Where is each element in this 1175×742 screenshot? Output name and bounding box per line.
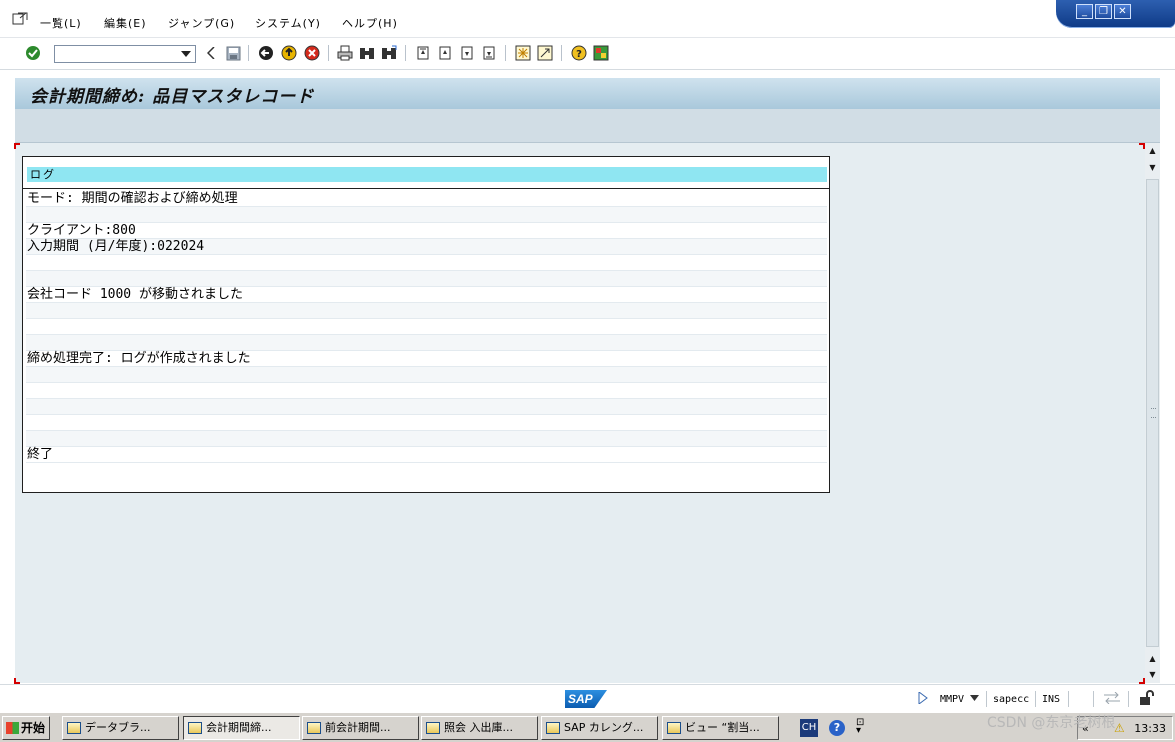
find-next-icon[interactable] (380, 44, 398, 62)
log-line (26, 431, 827, 447)
sap-window-icon (426, 722, 440, 734)
log-line: 会社コード 1000 が移動されました (26, 287, 827, 303)
task-button[interactable]: SAP カレング... (541, 716, 658, 740)
windows-flag-icon (6, 722, 19, 734)
command-dropdown-icon[interactable] (178, 46, 194, 62)
scroll-page-down-icon[interactable]: ▲ (1147, 653, 1158, 664)
start-label: 开始 (21, 721, 46, 735)
watermark: CSDN @东京老树根 (987, 715, 1116, 731)
menu-help[interactable]: ヘルプ(H) (342, 15, 398, 31)
close-window-button[interactable]: ✕ (1114, 4, 1131, 19)
log-line: 入力期間 (月/年度):022024 (26, 239, 827, 255)
server-name: sapecc (993, 694, 1030, 705)
lock-icon[interactable] (1138, 690, 1154, 706)
sap-window-icon (546, 722, 560, 734)
corner-mark (14, 143, 20, 149)
create-session-icon[interactable] (514, 44, 532, 62)
log-line (26, 303, 827, 319)
sap-logo: SAP (565, 690, 607, 708)
log-line: モード: 期間の確認および締め処理 (26, 191, 827, 207)
language-indicator[interactable]: CH (800, 719, 818, 737)
log-list: ログ モード: 期間の確認および締め処理 クライアント:800 入力期間 (月/… (22, 156, 830, 493)
back-icon[interactable] (257, 44, 275, 62)
save-icon[interactable] (224, 44, 242, 62)
collapse-command-icon[interactable] (202, 44, 220, 62)
enter-icon[interactable] (24, 44, 42, 62)
menu-goto[interactable]: ジャンプ(G) (168, 15, 235, 31)
sap-window-icon (667, 722, 681, 734)
sap-window-icon (188, 722, 202, 734)
expand-status-icon[interactable] (918, 692, 928, 704)
find-icon[interactable] (358, 44, 376, 62)
cancel-icon[interactable] (303, 44, 321, 62)
task-button[interactable]: 照会 入出庫... (421, 716, 538, 740)
log-line: 締め処理完了: ログが作成されました (26, 351, 827, 367)
scroll-thumb[interactable] (1146, 179, 1159, 647)
help-icon[interactable]: ? (570, 44, 588, 62)
log-line (26, 207, 827, 223)
log-line (26, 319, 827, 335)
log-line: クライアント:800 (26, 223, 827, 239)
menu-system[interactable]: システム(Y) (255, 15, 321, 31)
log-line (26, 367, 827, 383)
page-title: 会計期間締め: 品目マスタレコード (30, 87, 315, 107)
warning-icon[interactable]: ⚠ (1114, 721, 1125, 735)
scroll-up-icon[interactable]: ▲ (1147, 145, 1158, 156)
log-line (26, 383, 827, 399)
command-field[interactable] (54, 45, 196, 63)
log-line (26, 255, 827, 271)
print-icon[interactable] (336, 44, 354, 62)
menu-list[interactable]: 一覧(L) (40, 15, 82, 31)
start-button[interactable]: 开始 (2, 716, 50, 740)
task-button-active[interactable]: 会計期間締... (183, 716, 300, 740)
prev-page-icon[interactable] (436, 44, 454, 62)
svg-text:?: ? (576, 49, 582, 60)
log-line: 終了 (26, 447, 827, 463)
insert-mode: INS (1042, 694, 1061, 705)
log-line (26, 415, 827, 431)
log-line (26, 271, 827, 287)
scroll-page-up-icon[interactable]: ▼ (1147, 162, 1158, 173)
divider (23, 188, 829, 189)
menu-bar: 一覧(L) 編集(E) ジャンプ(G) システム(Y) ヘルプ(H) _ ❐ ✕ (0, 0, 1175, 38)
ime-menu-icon[interactable]: ⊡ ▾ (856, 718, 864, 736)
window-controls: _ ❐ ✕ (1056, 0, 1175, 28)
title-bar: 会計期間締め: 品目マスタレコード (15, 78, 1160, 109)
vertical-scrollbar[interactable]: ▲ ▼ ▲ ▼ (1145, 143, 1160, 683)
system-menu-icon[interactable] (12, 12, 28, 26)
log-header: ログ (27, 167, 827, 182)
layout-icon[interactable] (592, 44, 610, 62)
menu-edit[interactable]: 編集(E) (104, 15, 147, 31)
log-lines: モード: 期間の確認および締め処理 クライアント:800 入力期間 (月/年度)… (26, 191, 827, 463)
first-page-icon[interactable] (414, 44, 432, 62)
standard-toolbar: ? (0, 38, 1175, 70)
status-dropdown-icon[interactable] (970, 695, 979, 701)
next-page-icon[interactable] (458, 44, 476, 62)
minimize-button[interactable]: _ (1076, 4, 1093, 19)
scroll-down-icon[interactable]: ▼ (1147, 669, 1158, 680)
application-toolbar (15, 109, 1160, 143)
log-line (26, 335, 827, 351)
task-button[interactable]: データブラ... (62, 716, 179, 740)
shortcut-icon[interactable] (536, 44, 554, 62)
sap-window-icon (67, 722, 81, 734)
ime-help-icon[interactable]: ? (829, 720, 845, 736)
exit-icon[interactable] (280, 44, 298, 62)
clock: 13:33 (1134, 722, 1166, 735)
task-button[interactable]: ビュー “割当... (662, 716, 779, 740)
log-line (26, 399, 827, 415)
connection-icon (1104, 692, 1120, 704)
status-bar: SAP MMPV sapecc INS (0, 684, 1175, 712)
transaction-code: MMPV (940, 694, 965, 705)
last-page-icon[interactable] (480, 44, 498, 62)
restore-button[interactable]: ❐ (1095, 4, 1112, 19)
task-button[interactable]: 前会計期間... (302, 716, 419, 740)
sap-window-icon (307, 722, 321, 734)
